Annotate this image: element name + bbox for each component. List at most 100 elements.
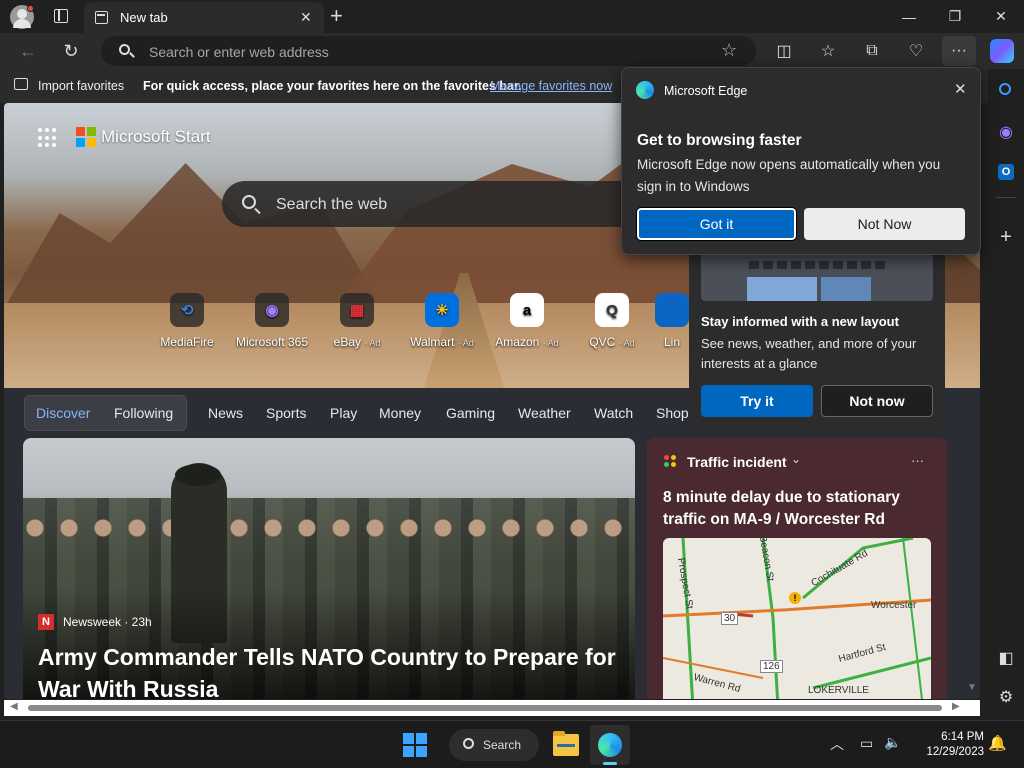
traffic-card-title[interactable]: Traffic incident — [687, 454, 787, 470]
quick-link-mediafire[interactable]: ⟲ MediaFire — [142, 293, 232, 349]
copilot-icon[interactable] — [990, 39, 1014, 63]
quick-link-walmart[interactable]: ✳ Walmart · Ad — [397, 293, 487, 349]
settings-and-more-icon[interactable]: ··· — [942, 36, 976, 66]
taskbar-search-label: Search — [483, 738, 522, 752]
sidebar-settings-gear-icon[interactable]: ⚙ — [991, 682, 1021, 712]
favorites-bar-hint: For quick access, place your favorites h… — [143, 79, 522, 93]
popup-close-icon[interactable]: ✕ — [954, 80, 967, 98]
map-label: LOKERVILLE — [808, 685, 869, 696]
taskbar: Search ︿ ▭ 🔈 6:14 PM 12/29/2023 🔔 — [0, 720, 1024, 768]
hide-sidebar-icon[interactable]: ◧ — [991, 643, 1021, 673]
incident-marker-icon[interactable]: ! — [789, 592, 801, 604]
tab-actions-icon[interactable] — [54, 9, 68, 23]
apps-launcher-icon[interactable] — [38, 128, 58, 148]
maximize-button[interactable]: ❐ — [932, 0, 978, 33]
news-card[interactable]: N Newsweek · 23h Army Commander Tells NA… — [23, 438, 635, 699]
tab-shop[interactable]: Shop — [656, 405, 689, 421]
microsoft-logo-icon — [76, 127, 96, 147]
notification-dot — [27, 5, 34, 12]
favorite-star-icon[interactable]: ☆ — [721, 40, 737, 61]
quick-link-qvc[interactable]: Q QVC · Ad — [567, 293, 657, 349]
amazon-icon: a — [510, 293, 544, 327]
tab-discover[interactable]: Discover — [36, 405, 90, 421]
horizontal-scrollbar[interactable]: ◀ ▶ — [4, 700, 980, 716]
edge-taskbar-button[interactable] — [590, 725, 630, 765]
minimize-button[interactable]: — — [886, 0, 932, 33]
volume-icon[interactable]: 🔈 — [884, 734, 901, 751]
search-icon — [242, 195, 256, 209]
microsoft-365-icon: ◉ — [255, 293, 289, 327]
title-bar: New tab ✕ + — ❐ ✕ — [0, 0, 1024, 33]
tab-play[interactable]: Play — [330, 405, 357, 421]
popup-brand: Microsoft Edge — [664, 84, 748, 98]
tab-close-icon[interactable]: ✕ — [300, 9, 312, 26]
clock-date: 12/29/2023 — [926, 746, 984, 758]
tab-watch[interactable]: Watch — [594, 405, 633, 421]
microsoft-365-icon[interactable]: ◉ — [991, 117, 1021, 147]
avatar-body — [13, 19, 31, 28]
search-icon[interactable] — [991, 76, 1021, 106]
close-window-button[interactable]: ✕ — [978, 0, 1024, 33]
tab-news[interactable]: News — [208, 405, 243, 421]
promo-not-now-button[interactable]: Not now — [821, 385, 933, 417]
scroll-down-icon[interactable]: ▼ — [967, 682, 977, 693]
popup-not-now-button[interactable]: Not Now — [804, 208, 965, 240]
active-app-indicator — [603, 762, 617, 765]
map-label: Worcester — [871, 600, 917, 611]
outlook-icon[interactable]: O — [991, 157, 1021, 187]
import-favorites-button[interactable]: Import favorites — [38, 79, 124, 93]
got-it-button[interactable]: Got it — [636, 207, 797, 241]
notifications-bell-icon[interactable]: 🔔 — [988, 734, 1007, 752]
quick-link-linkedin[interactable]: Lin — [652, 293, 692, 349]
tab-following[interactable]: Following — [114, 405, 173, 421]
file-explorer-icon[interactable] — [553, 731, 579, 756]
system-clock[interactable]: 6:14 PM 12/29/2023 — [904, 730, 984, 760]
add-sidebar-app-icon[interactable]: + — [991, 222, 1021, 252]
taskbar-search[interactable]: Search — [449, 729, 539, 761]
traffic-headline[interactable]: 8 minute delay due to stationary traffic… — [663, 487, 933, 531]
web-search-box[interactable]: Search the web — [222, 181, 642, 227]
collections-icon[interactable]: ⧉ — [857, 36, 887, 66]
route-shield: 126 — [760, 660, 783, 673]
quick-link-ebay[interactable]: ▦ eBay · Ad — [312, 293, 402, 349]
promo-heading: Stay informed with a new layout — [701, 314, 899, 329]
scroll-left-icon[interactable]: ◀ — [10, 701, 18, 712]
try-it-button[interactable]: Try it — [701, 385, 813, 417]
manage-favorites-link[interactable]: Manage favorites now — [490, 79, 612, 93]
tab-new-tab[interactable]: New tab ✕ — [84, 2, 324, 33]
horizontal-scroll-thumb[interactable] — [28, 705, 942, 711]
refresh-icon[interactable]: ↻ — [56, 36, 86, 66]
tab-gaming[interactable]: Gaming — [446, 405, 495, 421]
chevron-down-icon[interactable]: ⌄ — [791, 452, 801, 466]
news-headline[interactable]: Army Commander Tells NATO Country to Pre… — [38, 641, 628, 699]
card-more-options[interactable]: ··· — [911, 453, 924, 468]
tab-money[interactable]: Money — [379, 405, 421, 421]
profile-avatar[interactable] — [10, 5, 34, 29]
network-icon[interactable]: ▭ — [860, 735, 873, 752]
favorites-icon[interactable]: ☆ — [813, 36, 843, 66]
back-arrow-icon[interactable]: ← — [13, 36, 43, 66]
scroll-right-icon[interactable]: ▶ — [952, 701, 960, 712]
vertical-scrollbar[interactable]: ▼ — [964, 400, 980, 700]
address-bar[interactable]: Search or enter web address ☆ — [101, 36, 756, 66]
walmart-icon: ✳ — [425, 293, 459, 327]
windows-start-icon[interactable] — [403, 733, 427, 757]
qvc-icon: Q — [595, 293, 629, 327]
tab-weather[interactable]: Weather — [518, 405, 571, 421]
traffic-map[interactable]: ! Beacon St Cochituate Rd Worcester Pros… — [663, 538, 931, 699]
sidebar-divider — [996, 197, 1016, 198]
mediafire-icon: ⟲ — [170, 293, 204, 327]
quick-link-amazon[interactable]: a Amazon · Ad — [482, 293, 572, 349]
edge-logo-icon — [598, 733, 622, 757]
show-hidden-icons-chevron-up-icon[interactable]: ︿ — [830, 734, 844, 754]
linkedin-icon — [655, 293, 689, 327]
new-tab-button[interactable]: + — [330, 3, 343, 29]
tab-sports[interactable]: Sports — [266, 405, 306, 421]
edge-sidebar: ◉ O + ◧ ⚙ — [988, 69, 1024, 720]
microsoft-start-brand[interactable]: Microsoft Start — [101, 127, 211, 147]
browser-essentials-icon[interactable]: ♡ — [901, 36, 931, 66]
new-tab-page-icon — [95, 11, 108, 24]
split-screen-icon[interactable]: ◫ — [769, 36, 799, 66]
traffic-card[interactable]: Traffic incident ⌄ ··· 8 minute delay du… — [647, 438, 947, 699]
quick-link-microsoft-365[interactable]: ◉ Microsoft 365 — [227, 293, 317, 349]
